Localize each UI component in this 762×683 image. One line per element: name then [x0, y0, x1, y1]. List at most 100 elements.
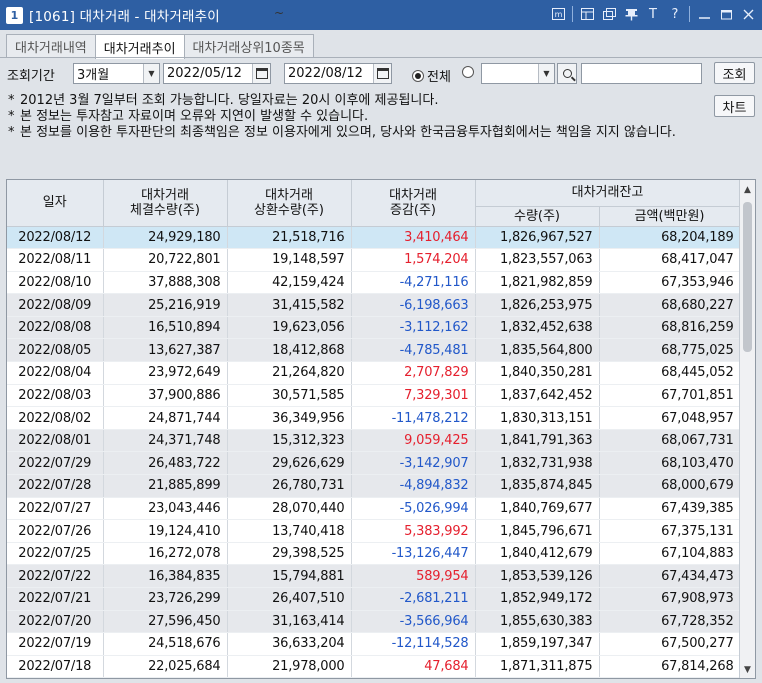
radio-all-label: 전체	[427, 70, 451, 85]
end-date-input[interactable]: 2022/08/12	[284, 63, 392, 84]
cell-change: -4,785,481	[351, 338, 476, 363]
cell-change: -3,142,907	[351, 451, 476, 476]
scroll-up-icon[interactable]: ▲	[740, 182, 755, 198]
calendar-icon[interactable]	[373, 64, 391, 83]
data-grid[interactable]: 일자 대차거래 체결수량(주) 대차거래 상환수량(주) 대차거래 증감(주) 대차거…	[6, 179, 756, 679]
table-row[interactable]: 2022/08/08 16,510,894 19,623,056 -3,112,162…	[7, 316, 741, 340]
cell-change: -6,198,663	[351, 293, 476, 317]
search-button[interactable]: 조회	[714, 62, 755, 84]
cell-contract-qty: 24,518,676	[103, 632, 228, 656]
close-icon[interactable]	[740, 5, 756, 23]
popout-icon[interactable]	[601, 5, 617, 23]
chevron-down-icon[interactable]: ▼	[143, 64, 159, 83]
cell-balance-amount: 67,439,385	[599, 497, 741, 521]
font-icon[interactable]: T	[645, 5, 661, 23]
cell-balance-qty: 1,845,796,671	[475, 519, 600, 543]
period-select[interactable]: 3개월 ▼	[73, 63, 160, 84]
pin-icon[interactable]	[623, 5, 639, 23]
cell-date: 2022/08/09	[7, 293, 104, 317]
radio-all-dot[interactable]	[412, 69, 424, 82]
cell-balance-qty: 1,826,253,975	[475, 293, 600, 317]
radio-all[interactable]: 전체	[412, 66, 451, 85]
table-row[interactable]: 2022/08/09 25,216,919 31,415,582 -6,198,663…	[7, 293, 741, 317]
table-row[interactable]: 2022/08/05 13,627,387 18,412,868 -4,785,481…	[7, 338, 741, 363]
header-repay-qty[interactable]: 대차거래 상환수량(주)	[227, 180, 352, 227]
table-row[interactable]: 2022/07/21 23,726,299 26,407,510 -2,681,211…	[7, 587, 741, 611]
chevron-down-icon[interactable]: ▼	[538, 64, 554, 83]
table-row[interactable]: 2022/08/03 37,900,886 30,571,585 7,329,301 1…	[7, 384, 741, 408]
header-contract-qty[interactable]: 대차거래 체결수량(주)	[103, 180, 228, 227]
cell-contract-qty: 20,722,801	[103, 248, 228, 272]
header-date[interactable]: 일자	[7, 180, 104, 227]
tab-divider	[0, 57, 762, 58]
table-row[interactable]: 2022/07/26 19,124,410 13,740,418 5,383,992 1…	[7, 519, 741, 543]
minimize-icon[interactable]	[696, 5, 712, 23]
cell-repay-qty: 36,633,204	[227, 632, 352, 656]
chart-button[interactable]: 차트	[714, 95, 755, 117]
radio-stock[interactable]	[462, 66, 477, 78]
cell-date: 2022/07/29	[7, 451, 104, 476]
table-row[interactable]: 2022/07/18 22,025,684 21,978,000 47,684 1,87…	[7, 655, 741, 678]
window-number-badge[interactable]: 1	[6, 6, 23, 24]
cell-repay-qty: 19,623,056	[227, 316, 352, 340]
tab-lending-details[interactable]: 대차거래내역	[6, 34, 96, 58]
cell-balance-amount: 67,701,851	[599, 384, 741, 408]
m-icon[interactable]: m	[550, 5, 566, 23]
tab-lending-trend[interactable]: 대차거래추이	[94, 34, 185, 59]
cell-date: 2022/08/08	[7, 316, 104, 340]
cell-balance-amount: 68,103,470	[599, 451, 741, 476]
stock-code-input[interactable]: ▼	[481, 63, 555, 84]
stock-name-input[interactable]	[581, 63, 702, 84]
table-row[interactable]: 2022/08/01 24,371,748 15,312,323 9,059,425 1…	[7, 429, 741, 453]
cell-date: 2022/07/27	[7, 497, 104, 521]
cell-contract-qty: 13,627,387	[103, 338, 228, 363]
window-title: [1061] 대차거래 - 대차거래추이	[29, 9, 220, 25]
scroll-down-icon[interactable]: ▼	[740, 662, 755, 678]
vertical-scrollbar[interactable]: ▲ ▼	[739, 180, 755, 678]
cell-change: -5,026,994	[351, 497, 476, 521]
table-row[interactable]: 2022/07/27 23,043,446 28,070,440 -5,026,994…	[7, 497, 741, 521]
cell-contract-qty: 25,216,919	[103, 293, 228, 317]
table-row[interactable]: 2022/08/11 20,722,801 19,148,597 1,574,204 1…	[7, 248, 741, 272]
date-range-separator: ~	[274, 6, 285, 20]
cell-balance-amount: 68,680,227	[599, 293, 741, 317]
table-row[interactable]: 2022/08/12 24,929,180 21,518,716 3,410,464 1…	[7, 226, 741, 250]
table-row[interactable]: 2022/07/22 16,384,835 15,794,881 589,954 1,8…	[7, 564, 741, 588]
table-row[interactable]: 2022/07/25 16,272,078 29,398,525 -13,126,44…	[7, 542, 741, 566]
scroll-thumb[interactable]	[743, 202, 752, 352]
calendar-icon[interactable]	[252, 64, 270, 83]
maximize-icon[interactable]	[718, 5, 734, 23]
cell-repay-qty: 30,571,585	[227, 384, 352, 408]
header-change[interactable]: 대차거래 증감(주)	[351, 180, 476, 227]
window-titlebar[interactable]: 1 [1061] 대차거래 - 대차거래추이 m T ?	[0, 0, 762, 30]
cell-balance-qty: 1,835,564,800	[475, 338, 600, 363]
radio-stock-dot[interactable]	[462, 66, 474, 78]
cell-date: 2022/08/05	[7, 338, 104, 363]
table-row[interactable]: 2022/08/10 37,888,308 42,159,424 -4,271,116…	[7, 271, 741, 295]
cell-change: -3,112,162	[351, 316, 476, 340]
notice-line: * 2012년 3월 7일부터 조회 가능합니다. 당일자료는 20시 이후에 제…	[8, 93, 439, 108]
tab-lending-top10[interactable]: 대차거래상위10종목	[183, 34, 314, 58]
cell-balance-amount: 67,104,883	[599, 542, 741, 566]
header-balance-qty[interactable]: 수량(주)	[475, 206, 600, 227]
table-row[interactable]: 2022/08/04 23,972,649 21,264,820 2,707,829 1…	[7, 361, 741, 385]
table-row[interactable]: 2022/07/20 27,596,450 31,163,414 -3,566,964…	[7, 610, 741, 634]
header-balance-amount[interactable]: 금액(백만원)	[599, 206, 741, 227]
table-row[interactable]: 2022/07/28 21,885,899 26,780,731 -4,894,832…	[7, 474, 741, 498]
cell-change: 3,410,464	[351, 226, 476, 250]
start-date-input[interactable]: 2022/05/12	[163, 63, 271, 84]
layout-icon[interactable]	[579, 5, 595, 23]
cell-contract-qty: 24,871,744	[103, 406, 228, 430]
cell-balance-amount: 68,000,679	[599, 474, 741, 498]
cell-repay-qty: 19,148,597	[227, 248, 352, 272]
window-toolbar: m T ?	[550, 5, 756, 23]
cell-date: 2022/07/28	[7, 474, 104, 498]
notice-box: * 2012년 3월 7일부터 조회 가능합니다. 당일자료는 20시 이후에 제…	[8, 93, 708, 141]
cell-balance-qty: 1,840,769,677	[475, 497, 600, 521]
table-row[interactable]: 2022/07/29 26,483,722 29,626,629 -3,142,907…	[7, 451, 741, 476]
search-icon[interactable]	[557, 63, 577, 84]
toolbar-separator	[572, 6, 573, 22]
table-row[interactable]: 2022/07/19 24,518,676 36,633,204 -12,114,52…	[7, 632, 741, 656]
help-icon[interactable]: ?	[667, 5, 683, 23]
table-row[interactable]: 2022/08/02 24,871,744 36,349,956 -11,478,21…	[7, 406, 741, 430]
